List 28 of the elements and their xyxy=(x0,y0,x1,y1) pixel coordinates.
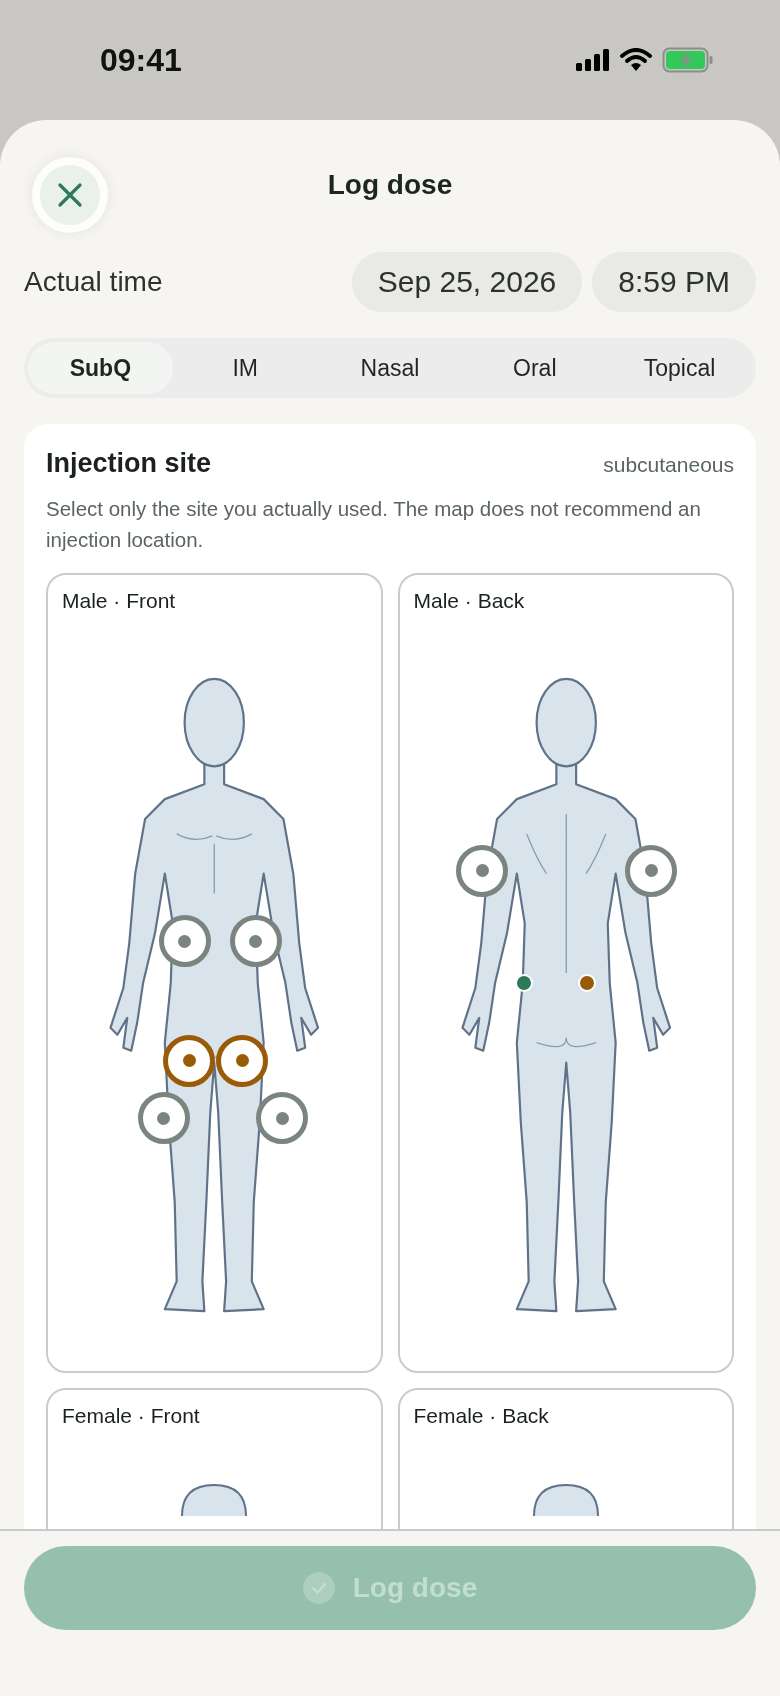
route-tab[interactable]: IM xyxy=(172,342,318,394)
close-icon xyxy=(57,182,83,208)
wifi-icon xyxy=(620,48,652,72)
map-label: Male · Back xyxy=(412,589,526,613)
sheet-title: Log dose xyxy=(327,169,453,201)
head-drawing xyxy=(532,1484,599,1516)
time-picker[interactable]: 8:59 PM xyxy=(592,252,756,312)
battery-charging-icon xyxy=(662,47,714,73)
date-picker[interactable]: Sep 25, 2026 xyxy=(351,252,583,312)
status-time: 09:41 xyxy=(100,41,182,79)
route-note: subcutaneous xyxy=(603,453,734,477)
site-target-marker[interactable] xyxy=(456,844,509,897)
route-tab[interactable]: SubQ xyxy=(28,342,173,394)
site-target-marker[interactable] xyxy=(158,915,211,968)
signal-icon xyxy=(576,49,610,71)
actual-time-label: Actual time xyxy=(24,266,163,298)
check-circle-icon xyxy=(302,1572,335,1604)
card-description: Select only the site you actually used. The map does not recommend an injection location. xyxy=(46,496,702,553)
site-target-marker[interactable] xyxy=(256,1092,309,1145)
route-tab[interactable]: Nasal xyxy=(317,342,463,394)
card-title: Injection site xyxy=(46,448,212,479)
map-label: Male · Front xyxy=(61,589,177,613)
head-drawing xyxy=(181,1484,248,1516)
site-dot-marker[interactable] xyxy=(514,974,533,993)
route-tab[interactable]: Topical xyxy=(607,342,752,394)
route-tab[interactable]: Oral xyxy=(462,342,608,394)
map-label: Female · Back xyxy=(412,1404,550,1428)
map-label: Female · Front xyxy=(61,1404,201,1428)
